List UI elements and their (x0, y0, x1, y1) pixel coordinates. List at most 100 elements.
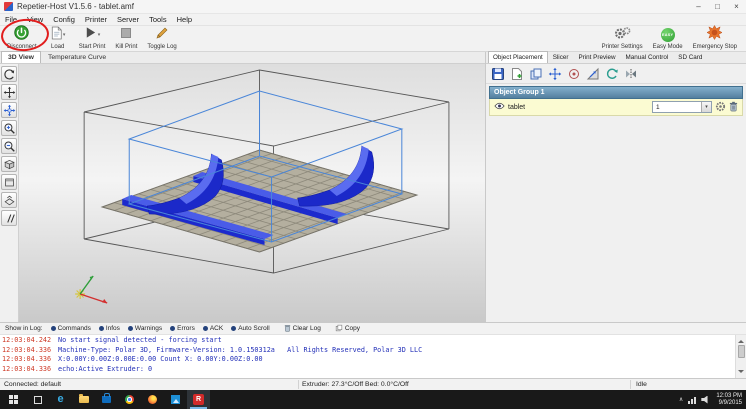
clear-log-button[interactable]: Clear Log (284, 324, 321, 334)
chevron-down-icon[interactable]: ▾ (63, 32, 66, 38)
copies-dropdown[interactable]: 1 ▾ (652, 101, 712, 113)
scrollbar-thumb[interactable] (737, 345, 745, 358)
taskbar-photos[interactable] (164, 390, 187, 409)
log-timestamp: 12:03:04.336 (2, 345, 52, 354)
taskbar-chrome[interactable] (118, 390, 141, 409)
network-icon[interactable] (688, 396, 697, 404)
easy-mode-button[interactable]: EASY Easy Mode (648, 26, 688, 51)
clock-date: 9/9/2015 (718, 399, 742, 406)
menubar: File View Config Printer Server Tools He… (0, 14, 746, 26)
view-column: 3D View Temperature Curve (0, 51, 485, 322)
delete-object-trash-icon[interactable] (729, 101, 738, 114)
chevron-down-icon[interactable]: ▾ (98, 32, 101, 38)
taskbar-firefox[interactable] (141, 390, 164, 409)
log-scrollbar[interactable] (735, 335, 746, 378)
maximize-button[interactable]: □ (708, 0, 727, 14)
filter-label: Infos (105, 325, 120, 332)
menu-item-printer[interactable]: Printer (80, 14, 112, 26)
scale-object-icon[interactable] (585, 66, 601, 82)
object-group-header[interactable]: Object Group 1 (489, 86, 743, 99)
log-output: 12:03:04.242 No start signal detected - f… (0, 334, 746, 378)
center-object-icon[interactable] (566, 66, 582, 82)
emergency-stop-label: Emergency Stop (692, 43, 737, 50)
taskbar-edge[interactable]: e (49, 390, 72, 409)
menu-item-config[interactable]: Config (48, 14, 80, 26)
play-icon (84, 26, 97, 44)
toggle-log-button[interactable]: Toggle Log (142, 26, 181, 51)
log-filter-errors[interactable]: Errors (170, 325, 195, 332)
zoom-out-icon[interactable] (1, 138, 17, 154)
tab-manual-control[interactable]: Manual Control (621, 51, 674, 63)
tab-temperature-curve[interactable]: Temperature Curve (41, 51, 113, 63)
save-stl-icon[interactable] (490, 66, 506, 82)
log-entry: 12:03:04.242 No start signal detected - f… (2, 336, 734, 346)
filter-dot-icon (170, 326, 176, 331)
volume-icon[interactable] (701, 395, 708, 404)
tab-object-placement[interactable]: Object Placement (488, 51, 548, 63)
right-panel-filler (486, 116, 746, 322)
close-button[interactable]: × (727, 0, 746, 14)
tab-slicer[interactable]: Slicer (548, 51, 574, 63)
chevron-down-icon[interactable]: ▾ (701, 102, 711, 112)
object-name: tablet (508, 103, 526, 111)
folder-icon (78, 394, 89, 403)
add-object-icon[interactable] (509, 66, 525, 82)
scroll-up-icon[interactable] (738, 337, 744, 343)
3d-viewport[interactable] (19, 64, 485, 322)
menu-item-tools[interactable]: Tools (144, 14, 172, 26)
copy-log-button[interactable]: Copy (335, 324, 360, 334)
parallel-projection-icon[interactable] (1, 210, 17, 226)
visibility-eye-icon[interactable] (494, 102, 505, 112)
kill-print-button[interactable]: Kill Print (110, 26, 142, 51)
load-button[interactable]: ▾ Load (42, 26, 74, 51)
move-view-icon[interactable] (1, 84, 17, 100)
iso-view-icon[interactable] (1, 156, 17, 172)
filter-dot-icon (127, 326, 133, 331)
log-filter-commands[interactable]: Commands (50, 325, 91, 332)
taskbar-task-view[interactable] (26, 390, 49, 409)
log-filter-ack[interactable]: ACK (202, 325, 224, 332)
chrome-icon (125, 395, 134, 404)
status-bar: Connected: default Extruder: 27.3°C/Off … (0, 378, 746, 390)
printer-settings-button[interactable]: Printer Settings (597, 26, 648, 51)
front-view-icon[interactable] (1, 174, 17, 190)
move-object-icon[interactable] (1, 102, 17, 118)
chevron-up-icon[interactable]: ∧ (679, 396, 683, 403)
taskbar-store[interactable] (95, 390, 118, 409)
taskbar-repetier-host[interactable]: R (187, 390, 210, 409)
tab-3d-view[interactable]: 3D View (1, 51, 41, 63)
menu-item-server[interactable]: Server (112, 14, 144, 26)
tab-sd-card[interactable]: SD Card (673, 51, 707, 63)
rotate-view-icon[interactable] (1, 66, 17, 82)
copy-object-icon[interactable] (528, 66, 544, 82)
log-filter-warnings[interactable]: Warnings (127, 325, 162, 332)
start-button[interactable] (0, 390, 26, 409)
emergency-stop-button[interactable]: Emergency Stop (688, 24, 742, 51)
top-view-icon[interactable] (1, 192, 17, 208)
autoposition-icon[interactable] (547, 66, 563, 82)
start-print-button[interactable]: ▾ Start Print (74, 26, 111, 51)
object-list-item[interactable]: tablet 1 ▾ (489, 99, 743, 116)
rotate-object-icon[interactable] (604, 66, 620, 82)
taskbar-clock[interactable]: 12:03 PM 9/9/2015 (716, 393, 742, 407)
log-filter-auto-scroll[interactable]: Auto Scroll (231, 325, 270, 332)
menu-item-file[interactable]: File (0, 14, 22, 26)
object-settings-gear-icon[interactable] (715, 101, 726, 114)
minimize-button[interactable]: – (689, 0, 708, 14)
log-filter-infos[interactable]: Infos (98, 325, 120, 332)
tab-print-preview[interactable]: Print Preview (573, 51, 620, 63)
mirror-object-icon[interactable] (623, 66, 639, 82)
disconnect-button[interactable]: Disconnect (2, 25, 42, 51)
zoom-in-icon[interactable] (1, 120, 17, 136)
taskbar-file-explorer[interactable] (72, 390, 95, 409)
filter-dot-icon (202, 326, 208, 331)
scroll-down-icon[interactable] (738, 370, 744, 376)
log-message: X:0.00Y:0.00Z:0.00E:0.00 Count X: 0.00Y:… (58, 355, 263, 363)
filter-label: ACK (209, 325, 224, 332)
menu-item-view[interactable]: View (22, 14, 48, 26)
log-entry: 12:03:04.336 X:0.00Y:0.00Z:0.00E:0.00 Cou… (2, 355, 734, 365)
menu-item-help[interactable]: Help (172, 14, 197, 26)
windows-taskbar: e R ∧ 12:03 PM 9/9/2015 (0, 390, 746, 409)
copies-value: 1 (656, 103, 660, 111)
